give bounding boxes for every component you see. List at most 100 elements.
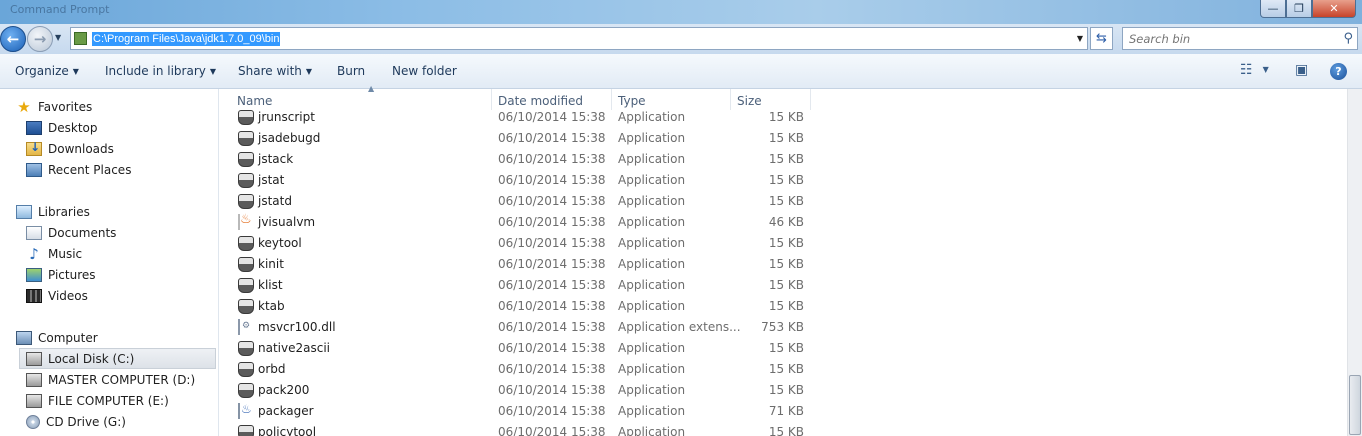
address-history-dropdown[interactable]: ▼	[1077, 34, 1083, 43]
table-row[interactable]: ktab 06/10/2014 15:38 Application 15 KB	[219, 296, 811, 317]
nav-local-disk-c[interactable]: Local Disk (C:)	[19, 348, 216, 369]
file-date-modified: 06/10/2014 15:38	[498, 278, 606, 292]
nav-libraries[interactable]: Libraries	[16, 201, 216, 222]
table-row[interactable]: pack200 06/10/2014 15:38 Application 15 KB	[219, 380, 811, 401]
nav-downloads[interactable]: Downloads	[26, 138, 216, 159]
nav-label: Recent Places	[48, 162, 132, 177]
file-date-modified: 06/10/2014 15:38	[498, 236, 606, 250]
view-options-button[interactable]: ☷ ▼	[1240, 62, 1269, 78]
vertical-scrollbar[interactable]	[1347, 89, 1362, 436]
close-button[interactable]: ✕	[1312, 0, 1356, 18]
nav-documents[interactable]: Documents	[26, 222, 216, 243]
table-row[interactable]: jrunscript 06/10/2014 15:38 Application 15 …	[219, 107, 811, 128]
nav-master-computer-d[interactable]: MASTER COMPUTER (D:)	[26, 369, 216, 390]
file-type: Application	[618, 236, 686, 250]
table-row[interactable]: packager 06/10/2014 15:38 Application 71 KB	[219, 401, 811, 422]
organize-menu[interactable]: Organize ▼	[15, 64, 79, 78]
table-row[interactable]: jstack 06/10/2014 15:38 Application 15 KB	[219, 149, 811, 170]
table-row[interactable]: orbd 06/10/2014 15:38 Application 15 KB	[219, 359, 811, 380]
nav-cd-drive-g[interactable]: CD Drive (G:)	[26, 411, 216, 432]
nav-file-computer-e[interactable]: FILE COMPUTER (E:)	[26, 390, 216, 411]
recent-pages-dropdown[interactable]: ▼	[55, 33, 61, 42]
file-date-modified: 06/10/2014 15:38	[498, 425, 606, 436]
share-with-menu[interactable]: Share with ▼	[238, 64, 312, 78]
table-row[interactable]: jstatd 06/10/2014 15:38 Application 15 KB	[219, 191, 811, 212]
file-type: Application	[618, 257, 686, 271]
application-icon	[238, 383, 254, 398]
table-row[interactable]: jsadebugd 06/10/2014 15:38 Application 15 K…	[219, 128, 811, 149]
nav-pictures[interactable]: Pictures	[26, 264, 216, 285]
libraries-icon	[16, 204, 32, 219]
table-row[interactable]: jstat 06/10/2014 15:38 Application 15 KB	[219, 170, 811, 191]
file-size: 15 KB	[768, 236, 804, 250]
nav-music[interactable]: ♪ Music	[26, 243, 216, 264]
help-button[interactable]: ?	[1330, 63, 1347, 80]
search-box[interactable]: ⚲	[1122, 27, 1358, 50]
file-name: klist	[258, 278, 283, 292]
file-date-modified: 06/10/2014 15:38	[498, 215, 606, 229]
burn-button[interactable]: Burn	[337, 64, 365, 78]
file-type: Application	[618, 152, 686, 166]
application-icon	[238, 425, 254, 436]
table-row[interactable]: jvisualvm 06/10/2014 15:38 Application 46 K…	[219, 212, 811, 233]
file-date-modified: 06/10/2014 15:38	[498, 152, 606, 166]
preview-pane-button[interactable]: ▣	[1295, 62, 1308, 78]
window-controls: — ❐ ✕	[1260, 0, 1356, 18]
chevron-down-icon: ▼	[72, 67, 79, 76]
application-icon	[238, 362, 254, 377]
table-row[interactable]: msvcr100.dll 06/10/2014 15:38 Application …	[219, 317, 811, 338]
nav-videos[interactable]: Videos	[26, 285, 216, 306]
nav-desktop[interactable]: Desktop	[26, 117, 216, 138]
maximize-button[interactable]: ❐	[1286, 0, 1312, 18]
address-path[interactable]: C:\Program Files\Java\jdk1.7.0_09\bin	[92, 31, 281, 46]
file-type: Application	[618, 110, 686, 124]
nav-favorites[interactable]: ★ Favorites	[16, 96, 216, 117]
table-row[interactable]: keytool 06/10/2014 15:38 Application 15 KB	[219, 233, 811, 254]
file-size: 71 KB	[768, 404, 804, 418]
file-size: 753 KB	[761, 320, 804, 334]
recent-places-icon	[26, 162, 42, 177]
nav-recent-places[interactable]: Recent Places	[26, 159, 216, 180]
column-label: Size	[737, 94, 762, 108]
application-icon	[238, 110, 254, 125]
minimize-button[interactable]: —	[1260, 0, 1286, 18]
command-bar: Organize ▼ Include in library ▼ Share with…	[0, 54, 1362, 89]
nav-label: Computer	[38, 330, 98, 345]
film-strip-icon	[26, 288, 42, 303]
refresh-button[interactable]: ⇆	[1090, 27, 1113, 50]
file-name: jvisualvm	[258, 215, 316, 229]
file-type: Application	[618, 404, 686, 418]
file-name: jsadebugd	[258, 131, 321, 145]
file-size: 15 KB	[768, 278, 804, 292]
desktop-icon	[26, 120, 42, 135]
file-type: Application	[618, 341, 686, 355]
file-size: 15 KB	[768, 383, 804, 397]
include-in-library-menu[interactable]: Include in library ▼	[105, 64, 216, 78]
search-input[interactable]	[1129, 31, 1329, 46]
file-date-modified: 06/10/2014 15:38	[498, 320, 606, 334]
application-icon	[238, 173, 254, 188]
back-button[interactable]: ←	[0, 26, 26, 52]
file-type: Application	[618, 299, 686, 313]
application-icon	[238, 131, 254, 146]
nav-computer[interactable]: Computer	[16, 327, 216, 348]
application-icon	[238, 299, 254, 314]
scrollbar-thumb[interactable]	[1349, 375, 1361, 435]
file-size: 15 KB	[768, 110, 804, 124]
file-size: 46 KB	[768, 215, 804, 229]
new-folder-button[interactable]: New folder	[392, 64, 457, 78]
file-size: 15 KB	[768, 131, 804, 145]
table-row[interactable]: policytool 06/10/2014 15:38 Application 15 …	[219, 422, 811, 436]
file-type: Application	[618, 131, 686, 145]
table-row[interactable]: native2ascii 06/10/2014 15:38 Application 1…	[219, 338, 811, 359]
table-row[interactable]: klist 06/10/2014 15:38 Application 15 KB	[219, 275, 811, 296]
chevron-down-icon: ▼	[1262, 65, 1269, 74]
address-bar[interactable]: C:\Program Files\Java\jdk1.7.0_09\bin ▼	[70, 27, 1088, 50]
search-icon[interactable]: ⚲	[1343, 31, 1353, 46]
forward-button[interactable]: →	[27, 26, 53, 52]
table-row[interactable]: kinit 06/10/2014 15:38 Application 15 KB	[219, 254, 811, 275]
file-size: 15 KB	[768, 152, 804, 166]
file-date-modified: 06/10/2014 15:38	[498, 383, 606, 397]
file-name: jrunscript	[258, 110, 315, 124]
file-date-modified: 06/10/2014 15:38	[498, 341, 606, 355]
